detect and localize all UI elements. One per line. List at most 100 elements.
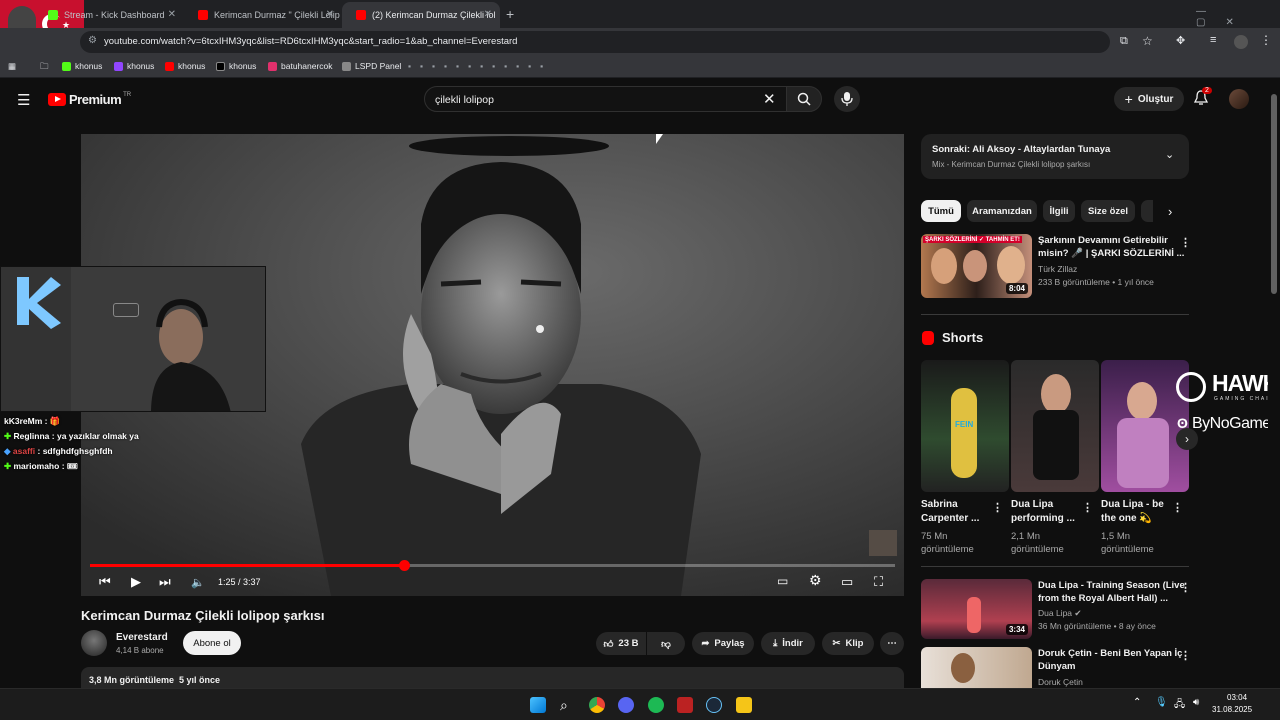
more-vert-icon[interactable]: ⋮	[992, 501, 1003, 514]
bookmark-x[interactable]: khonus	[216, 61, 256, 71]
folder-icon[interactable]: 🗀	[40, 61, 49, 75]
microphone-icon[interactable]: 🎙︎	[1155, 697, 1168, 708]
related-video-title[interactable]: Şarkının Devamını Getirebilir misin? 🎤 | …	[1038, 234, 1184, 260]
fullscreen-icon[interactable]: ⛶	[874, 574, 883, 590]
chevron-right-icon[interactable]: ›	[1168, 204, 1172, 219]
tab-youtube-1[interactable]: Kerimcan Durmaz " Çilekli Lolip ✕	[184, 2, 342, 28]
progress-bar[interactable]	[90, 560, 895, 571]
create-button[interactable]: + Oluştur	[1114, 87, 1184, 111]
site-info-icon[interactable]: ⚙	[88, 35, 97, 46]
account-avatar[interactable]	[1229, 89, 1249, 109]
tab-kick-dashboard[interactable]: Stream - Kick Dashboard ✕	[34, 2, 184, 28]
tab-youtube-active[interactable]: (2) Kerimcan Durmaz Çilekli lol ✕	[342, 2, 500, 28]
subscribe-button[interactable]: Abone ol	[183, 631, 241, 655]
windows-start-icon[interactable]	[530, 697, 546, 713]
theater-mode-icon[interactable]: ▭	[841, 574, 853, 590]
search-input[interactable]: çilekli lolipop ✕	[424, 86, 788, 112]
related-video-title[interactable]: Dua Lipa - Training Season (Live from the…	[1038, 579, 1185, 605]
more-actions-button[interactable]: ⋯	[880, 632, 904, 655]
more-vert-icon[interactable]: ⋮	[1180, 649, 1191, 662]
discord-icon[interactable]	[618, 697, 634, 713]
search-icon[interactable]: ⌕	[560, 697, 576, 713]
browser-menu-icon[interactable]: ⋮	[1260, 33, 1272, 47]
search-button[interactable]	[786, 86, 822, 112]
media-icon[interactable]: ≡	[1210, 34, 1216, 46]
spotify-icon[interactable]	[648, 697, 664, 713]
related-video-channel[interactable]: Dua Lipa ✔	[1038, 607, 1082, 619]
voice-search-button[interactable]	[834, 86, 860, 112]
sponsor-brand-bynogame: ByNoGame	[1192, 415, 1271, 432]
hamburger-menu-icon[interactable]: ☰	[17, 91, 30, 109]
scrollbar-thumb[interactable]	[1271, 94, 1277, 294]
chevron-down-icon[interactable]: ⌄	[1165, 148, 1174, 161]
progress-scrubber[interactable]	[398, 560, 410, 571]
dislike-button[interactable]: 👎︎	[647, 632, 685, 655]
bookmark-star-icon[interactable]: ☆	[1142, 34, 1153, 48]
short-thumbnail[interactable]	[1101, 360, 1189, 492]
close-icon[interactable]: ✕	[168, 9, 176, 20]
notifications-button[interactable]: 2	[1193, 87, 1212, 111]
more-vert-icon[interactable]: ⋮	[1180, 581, 1191, 594]
more-vert-icon[interactable]: ⋮	[1180, 236, 1191, 249]
volume-icon[interactable]: 🔈	[191, 576, 205, 589]
like-button[interactable]: 👍︎ 23 B	[596, 632, 646, 655]
previous-icon[interactable]: ⏮	[99, 574, 111, 590]
share-button[interactable]: ➦ Paylaş	[692, 632, 754, 655]
apps-icon[interactable]: ▦	[8, 61, 16, 72]
chip-related[interactable]: İlgili	[1043, 200, 1075, 222]
bookmark-icons[interactable]: ▪▪▪▪▪▪▪▪▪▪▪▪	[408, 61, 552, 71]
bookmark-twitch[interactable]: khonus	[114, 61, 154, 71]
short-title[interactable]: Sabrina Carpenter ...	[921, 498, 979, 526]
related-video-thumbnail[interactable]: 3:34	[921, 579, 1032, 639]
chip-overflow[interactable]	[1141, 200, 1153, 222]
install-icon[interactable]: ⧉	[1120, 35, 1128, 48]
close-icon[interactable]: ✕	[326, 9, 334, 20]
short-thumbnail[interactable]: FEIN	[921, 360, 1009, 492]
play-icon[interactable]: ▶	[131, 574, 141, 590]
subtitles-icon[interactable]: ▭	[777, 574, 788, 588]
more-vert-icon[interactable]: ⋮	[1082, 501, 1093, 514]
clock-time[interactable]: 03:04	[1227, 693, 1247, 702]
chip-for-you[interactable]: Size özel	[1081, 200, 1135, 222]
related-video-title[interactable]: Doruk Çetin - Beni Ben Yapan İç Dünyam	[1038, 647, 1182, 673]
bookmark-instagram[interactable]: batuhanercok	[268, 61, 333, 71]
bookmark-youtube[interactable]: khonus	[165, 61, 205, 71]
tray-overflow-icon[interactable]: ⌃	[1133, 697, 1141, 708]
volume-icon[interactable]: 🔊︎	[1193, 697, 1199, 708]
page-scrollbar[interactable]	[1268, 80, 1280, 688]
download-button[interactable]: ⤓ İndir	[761, 632, 815, 655]
clip-button[interactable]: ✂ Klip	[822, 632, 874, 655]
clear-search-icon[interactable]: ✕	[763, 90, 776, 108]
youtube-logo[interactable]: Premium TR	[48, 92, 131, 107]
related-video-channel[interactable]: Doruk Çetin	[1038, 676, 1083, 688]
chip-from-search[interactable]: Aramanızdan	[967, 200, 1037, 222]
app-icon[interactable]	[736, 697, 752, 713]
channel-name[interactable]: Everestard	[116, 632, 168, 643]
chip-all[interactable]: Tümü	[921, 200, 961, 222]
app-icon[interactable]	[677, 697, 693, 713]
related-video-channel[interactable]: Türk Zillaz	[1038, 263, 1077, 275]
short-title[interactable]: Dua Lipa performing ...	[1011, 498, 1075, 526]
next-icon[interactable]: ⏭	[159, 574, 171, 590]
close-icon[interactable]: ✕	[484, 9, 492, 20]
chrome-icon[interactable]	[589, 697, 605, 713]
new-tab-button[interactable]: +	[506, 6, 514, 22]
address-bar[interactable]: ⚙ youtube.com/watch?v=6tcxIHM3yqc&list=R…	[80, 31, 1110, 53]
network-icon[interactable]: 🖧	[1174, 697, 1185, 714]
extensions-icon[interactable]: ✥	[1176, 34, 1185, 47]
short-thumbnail[interactable]	[1011, 360, 1099, 492]
more-vert-icon[interactable]: ⋮	[1172, 501, 1183, 514]
related-video-thumbnail[interactable]	[921, 647, 1032, 688]
steam-icon[interactable]	[706, 697, 722, 713]
up-next-mix-card[interactable]: Sonraki: Ali Aksoy - Altaylardan Tunaya …	[921, 134, 1189, 179]
settings-gear-icon[interactable]: ⚙	[809, 572, 822, 589]
window-controls[interactable]: —▢✕	[1196, 6, 1280, 28]
download-label: İndir	[782, 638, 803, 649]
profile-avatar[interactable]	[1234, 35, 1248, 49]
bookmark-lspd[interactable]: LSPD Panel	[342, 61, 401, 71]
channel-avatar[interactable]	[81, 630, 107, 656]
short-title[interactable]: Dua Lipa - be the one 💫	[1101, 498, 1164, 526]
bookmark-kick[interactable]: khonus	[62, 61, 102, 71]
related-video-thumbnail[interactable]: ŞARKI SÖZLERİNİ ✓ TAHMİN ET! 8:04	[921, 234, 1032, 298]
clock-date[interactable]: 31.08.2025	[1212, 705, 1252, 714]
